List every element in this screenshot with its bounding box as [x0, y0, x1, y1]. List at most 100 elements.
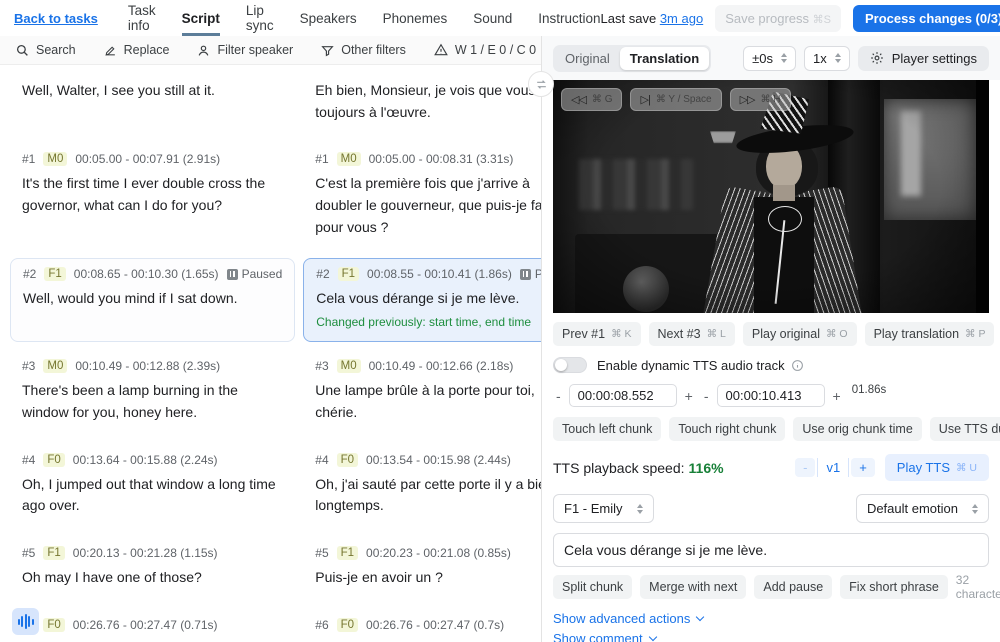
offset-spinner[interactable]: ±0s	[743, 46, 796, 71]
rewind-button[interactable]: ◁◁ ⌘ G	[561, 88, 622, 111]
script-chunk[interactable]: #5 F1 00:20.13 - 00:21.28 (1.15s) Oh may…	[20, 537, 283, 609]
fix-short-phrase-button[interactable]: Fix short phrase	[840, 575, 948, 599]
script-chunk[interactable]: #2 F1 00:08.55 - 00:10.41 (1.86s) Paused…	[303, 258, 541, 342]
script-chunk[interactable]: #4 F0 00:13.64 - 00:15.88 (2.24s) Oh, I …	[20, 444, 283, 537]
play-translation-button[interactable]: Play translation⌘ P	[865, 322, 995, 346]
start-time-input[interactable]	[569, 384, 677, 407]
back-to-tasks-link[interactable]: Back to tasks	[14, 11, 98, 26]
script-chunk[interactable]: #5 F1 00:20.23 - 00:21.08 (0.85s) Puis-j…	[313, 537, 541, 609]
tab-lip-sync[interactable]: Lip sync	[246, 0, 274, 36]
save-progress-button[interactable]: Save progress ⌘S	[715, 5, 841, 32]
chunk-text[interactable]: Et le match.	[315, 639, 541, 642]
chunk-text[interactable]: Cela vous dérange si je me lève.	[316, 288, 541, 310]
start-time-minus-button[interactable]: -	[553, 388, 564, 404]
process-changes-button[interactable]: Process changes (0/3)	[853, 5, 1000, 32]
play-pause-button[interactable]: ▷| ⌘ Y / Space	[630, 88, 721, 111]
video-player[interactable]: ◁◁ ⌘ G ▷| ⌘ Y / Space ▷▷ ⌘ H	[553, 80, 989, 313]
use-tts-duration-button[interactable]: Use TTS duration	[930, 417, 1000, 441]
touch-left-chunk-button[interactable]: Touch left chunk	[553, 417, 661, 441]
chunk-header: #4 F0 00:13.64 - 00:15.88 (2.24s)	[22, 453, 281, 467]
show-advanced-actions-label: Show advanced actions	[553, 611, 690, 626]
player-settings-label: Player settings	[892, 51, 977, 66]
chunk-text[interactable]: There's been a lamp burning in the windo…	[22, 380, 281, 423]
tab-phonemes[interactable]: Phonemes	[383, 0, 448, 36]
tts-version-plus-button[interactable]: +	[851, 458, 875, 477]
audio-waveform-button[interactable]	[12, 608, 39, 635]
show-comment-link[interactable]: Show comment	[553, 631, 656, 642]
counters-label: W 1 / E 0 / C 0	[455, 43, 536, 57]
play-original-button[interactable]: Play original⌘ O	[743, 322, 857, 346]
replace-tool[interactable]: Replace	[104, 43, 170, 57]
tab-sound[interactable]: Sound	[473, 0, 512, 36]
tab-script[interactable]: Script	[182, 0, 220, 36]
dynamic-tts-toggle[interactable]	[553, 357, 587, 373]
script-chunk[interactable]: #6 F0 00:26.76 - 00:27.47 (0.7s) Et le m…	[313, 609, 541, 642]
chunk-number: #3	[22, 359, 35, 373]
end-time-input[interactable]	[717, 384, 825, 407]
search-tool[interactable]: Search	[16, 43, 76, 57]
view-tab-original[interactable]: Original	[555, 47, 620, 70]
player-settings-button[interactable]: Player settings	[858, 46, 989, 71]
info-icon[interactable]	[791, 359, 804, 372]
chunk-text[interactable]: Well, Walter, I see you still at it.	[22, 80, 281, 102]
chunk-text[interactable]: It's the first time I ever double cross …	[22, 173, 281, 216]
chunk-edit-buttons: Split chunk Merge with next Add pause Fix s…	[553, 575, 989, 601]
next-3-button[interactable]: Next #3⌘ L	[649, 322, 735, 346]
chunk-text[interactable]: Une lampe brûle à la porte pour toi, ché…	[315, 380, 541, 423]
chunk-text[interactable]: Oh, I jumped out that window a long time…	[22, 474, 281, 517]
rewind-shortcut: ⌘ G	[592, 94, 613, 105]
play-translation-label: Play translation	[874, 327, 959, 341]
chunk-text[interactable]: And the match.	[22, 639, 281, 642]
tts-version-minus-button[interactable]: -	[795, 458, 815, 477]
script-chunk[interactable]: #1 M0 00:05.00 - 00:08.31 (3.31s) C'est …	[313, 143, 541, 258]
touch-right-chunk-button[interactable]: Touch right chunk	[669, 417, 785, 441]
script-chunk[interactable]: #6 F0 00:26.76 - 00:27.47 (0.71s) And th…	[20, 609, 283, 642]
swap-columns-button[interactable]	[528, 71, 554, 97]
spinner-arrows-icon[interactable]	[835, 53, 841, 63]
spinner-arrows-icon[interactable]	[781, 53, 787, 63]
merge-with-next-button[interactable]: Merge with next	[640, 575, 746, 599]
last-save-time-link[interactable]: 3m ago	[660, 11, 703, 26]
chunk-text[interactable]: Eh bien, Monsieur, je vois que vous êtes…	[315, 80, 541, 123]
speaker-select[interactable]: F1 - Emily	[553, 494, 654, 523]
script-chunk[interactable]: #2 F1 00:08.65 - 00:10.30 (1.65s) Paused…	[10, 258, 295, 342]
add-pause-button[interactable]: Add pause	[754, 575, 832, 599]
view-tab-translation[interactable]: Translation	[620, 47, 709, 70]
script-chunk[interactable]: #3 M0 00:10.49 - 00:12.66 (2.18s) Une la…	[313, 350, 541, 443]
tab-speakers[interactable]: Speakers	[300, 0, 357, 36]
filter-speaker-tool[interactable]: Filter speaker	[197, 43, 293, 57]
end-time-minus-button[interactable]: -	[701, 388, 712, 404]
pause-icon	[520, 269, 531, 280]
emotion-select[interactable]: Default emotion	[856, 494, 989, 523]
chunk-time-range: 00:20.23 - 00:21.08 (0.85s)	[366, 546, 511, 560]
chunk-text[interactable]: Oh may I have one of those?	[22, 567, 281, 589]
tab-instruction[interactable]: Instruction	[538, 0, 600, 36]
select-arrows-icon	[972, 504, 978, 514]
prev-1-button[interactable]: Prev #1⌘ K	[553, 322, 641, 346]
script-chunk[interactable]: Eh bien, Monsieur, je vois que vous êtes…	[313, 71, 541, 143]
chunk-text[interactable]: Puis-je en avoir un ?	[315, 567, 541, 589]
chunk-text[interactable]: C'est la première fois que j'arrive à do…	[315, 173, 541, 238]
script-chunk[interactable]: #4 F0 00:13.54 - 00:15.98 (2.44s) Oh, j'…	[313, 444, 541, 537]
script-chunk[interactable]: Well, Walter, I see you still at it.	[20, 71, 283, 143]
search-icon	[16, 44, 29, 57]
script-chunk[interactable]: #1 M0 00:05.00 - 00:07.91 (2.91s) It's t…	[20, 143, 283, 258]
translation-text-input[interactable]	[553, 533, 989, 567]
speed-spinner[interactable]: 1x	[804, 46, 850, 71]
start-time-plus-button[interactable]: +	[682, 388, 696, 404]
show-advanced-actions-link[interactable]: Show advanced actions	[553, 611, 703, 626]
speaker-select-value: F1 - Emily	[564, 501, 623, 516]
chunk-text[interactable]: Well, would you mind if I sat down.	[23, 288, 282, 310]
issue-counters[interactable]: W 1 / E 0 / C 0	[434, 43, 536, 57]
speaker-badge: M0	[337, 359, 361, 373]
play-tts-button[interactable]: Play TTS ⌘ U	[885, 454, 989, 481]
other-filters-tool[interactable]: Other filters	[321, 43, 406, 57]
chunk-text[interactable]: Oh, j'ai sauté par cette porte il y a bi…	[315, 474, 541, 517]
tts-version-controls: - v1 + Play TTS ⌘ U	[795, 454, 989, 481]
use-orig-chunk-time-button[interactable]: Use orig chunk time	[793, 417, 921, 441]
split-chunk-button[interactable]: Split chunk	[553, 575, 632, 599]
forward-button[interactable]: ▷▷ ⌘ H	[730, 88, 791, 111]
end-time-plus-button[interactable]: +	[830, 388, 844, 404]
tab-task-info[interactable]: Task info	[128, 0, 156, 36]
script-chunk[interactable]: #3 M0 00:10.49 - 00:12.88 (2.39s) There'…	[20, 350, 283, 443]
